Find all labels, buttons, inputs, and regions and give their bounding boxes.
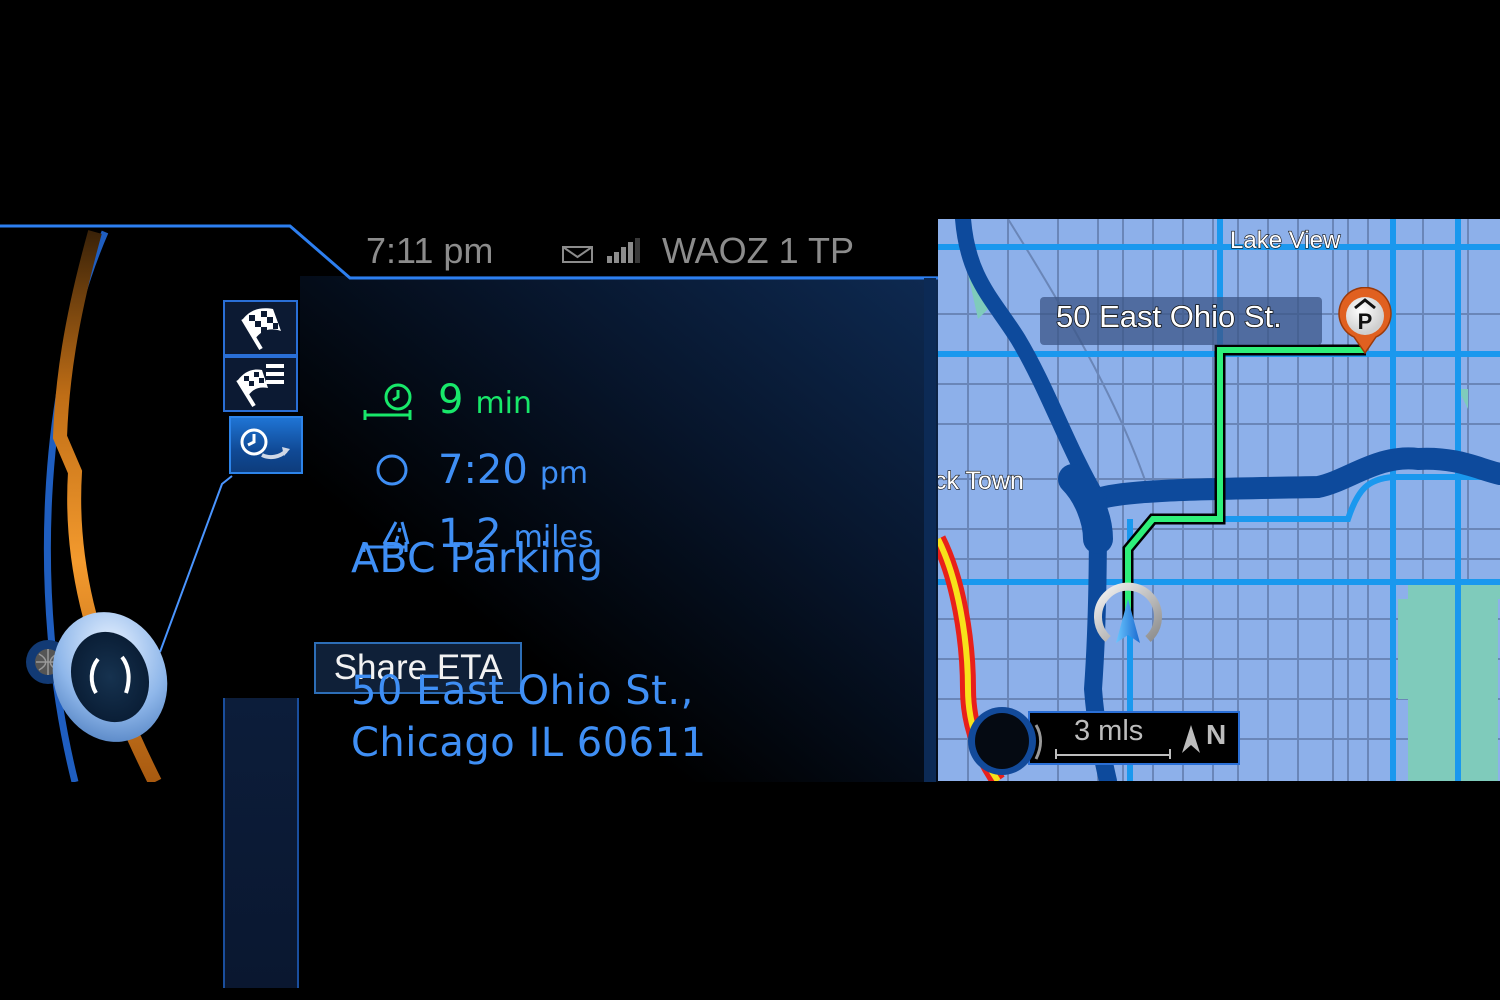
side-menu-rail xyxy=(223,698,299,988)
parking-letter: P xyxy=(1358,309,1373,334)
address-line-1: 50 East Ohio St., xyxy=(351,668,694,714)
scale-bar xyxy=(1055,749,1171,759)
map-scale-box: 3 mls N xyxy=(1028,711,1240,765)
travel-time-value: 9 xyxy=(438,377,464,423)
checkered-flag-list-icon xyxy=(235,364,284,408)
checkered-flag-icon xyxy=(240,308,281,351)
destination-map-label: 50 East Ohio St. xyxy=(1055,298,1282,335)
info-panel: 7:11 pm WAOZ 1 TP ABC Parking 9 min 7:20… xyxy=(0,222,938,988)
distance-unit: miles xyxy=(513,520,594,555)
navigation-map[interactable]: Lake View ck Town 50 East Ohio St. P 3 m… xyxy=(938,219,1500,781)
parking-pin-icon[interactable]: P xyxy=(1336,287,1394,355)
radio-station: WAOZ 1 TP xyxy=(662,230,855,271)
north-arrow-icon[interactable] xyxy=(1180,723,1202,755)
vehicle-arrow-icon xyxy=(1094,582,1162,643)
clock-time: 7:11 pm xyxy=(366,230,494,271)
area-label-lake-view: Lake View xyxy=(1229,226,1341,254)
travel-time-unit: min xyxy=(475,386,533,421)
road-distance-icon xyxy=(362,521,410,552)
arrival-time-row: 7:20 pm xyxy=(362,450,588,490)
arrival-time-unit: pm xyxy=(539,456,589,491)
travel-time-icon xyxy=(363,383,412,420)
signal-bars-icon xyxy=(607,238,640,263)
route-list-button[interactable] xyxy=(223,356,298,412)
area-label-town: ck Town xyxy=(938,466,1024,495)
arrival-clock-icon xyxy=(376,454,408,486)
scale-label: 3 mls xyxy=(1074,715,1144,747)
destination-flag-button[interactable] xyxy=(223,300,298,356)
idrive-controller-icon[interactable] xyxy=(20,607,170,747)
envelope-icon xyxy=(562,246,593,263)
address-line-2: Chicago IL 60611 xyxy=(351,720,707,766)
distance-value: 1.2 xyxy=(438,511,502,557)
map-zoom-knob[interactable] xyxy=(966,703,1048,779)
arrival-time-value: 7:20 xyxy=(438,447,528,493)
travel-time-row: 9 min xyxy=(362,380,532,420)
share-eta-button[interactable] xyxy=(229,416,303,474)
clock-share-icon xyxy=(240,428,290,460)
distance-row: 1.2 miles xyxy=(362,514,594,554)
north-label: N xyxy=(1206,719,1227,750)
